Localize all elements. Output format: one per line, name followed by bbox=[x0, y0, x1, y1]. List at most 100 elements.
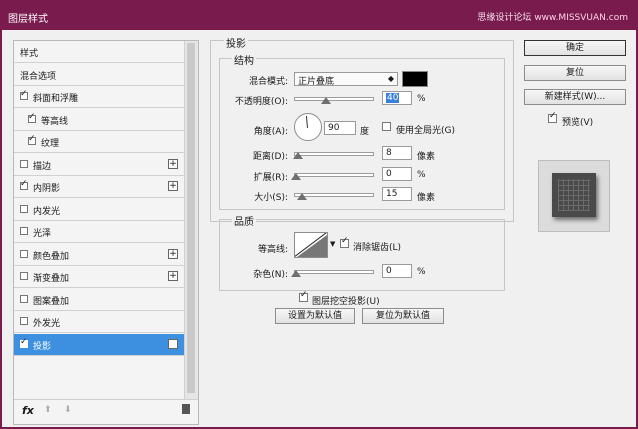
angle-input[interactable]: 90 bbox=[324, 121, 356, 135]
blend-mode-select[interactable]: 正片叠底 ◆ bbox=[294, 72, 398, 87]
style-list-item[interactable]: 内发光 bbox=[14, 199, 184, 221]
style-list-item-label: 样式 bbox=[20, 49, 39, 59]
style-list-item[interactable]: 内阴影 + bbox=[14, 176, 184, 198]
move-down-icon[interactable]: ⬇ bbox=[64, 405, 72, 415]
style-list-item[interactable]: 描边 + bbox=[14, 154, 184, 176]
size-input[interactable]: 15 bbox=[382, 187, 412, 201]
style-list-item[interactable]: 样式 bbox=[14, 41, 184, 63]
style-checkbox[interactable] bbox=[20, 204, 28, 213]
preview-texture-grid bbox=[558, 179, 590, 211]
style-checkbox[interactable] bbox=[20, 227, 28, 235]
new-style-button[interactable]: 新建样式(W)... bbox=[524, 89, 626, 105]
spread-slider[interactable] bbox=[291, 173, 374, 180]
add-effect-icon[interactable]: + bbox=[168, 271, 178, 281]
noise-unit: % bbox=[417, 267, 426, 277]
style-checkbox[interactable] bbox=[20, 272, 28, 280]
style-preview-thumbnail bbox=[538, 160, 610, 232]
style-list-item-label: 图案叠加 bbox=[33, 296, 70, 307]
style-list-item[interactable]: 图案叠加 bbox=[14, 289, 184, 311]
distance-value: 8 bbox=[386, 148, 392, 158]
distance-unit: 像素 bbox=[417, 152, 436, 162]
reset-default-button[interactable]: 复位为默认值 bbox=[362, 308, 444, 324]
quality-group bbox=[219, 219, 505, 291]
style-list-item-label: 投影 bbox=[33, 341, 52, 352]
spread-unit: % bbox=[417, 170, 426, 180]
trash-icon[interactable] bbox=[182, 404, 190, 414]
opacity-input[interactable]: 40 bbox=[382, 91, 412, 105]
style-list-item[interactable]: 混合选项 bbox=[14, 64, 184, 86]
knockout-checkbox[interactable] bbox=[299, 290, 308, 302]
opacity-label: 不透明度(O): bbox=[234, 97, 288, 107]
style-list-item-label: 光泽 bbox=[33, 229, 52, 239]
style-checkbox[interactable] bbox=[20, 317, 28, 325]
shadow-color-swatch[interactable] bbox=[402, 71, 428, 87]
spread-label: 扩展(R): bbox=[253, 173, 288, 183]
quality-title: 品质 bbox=[232, 213, 256, 228]
contour-picker[interactable] bbox=[294, 232, 328, 258]
spread-slider-knob[interactable] bbox=[291, 173, 301, 180]
style-list-item[interactable]: 斜面和浮雕 bbox=[14, 86, 184, 108]
style-checkbox[interactable] bbox=[20, 179, 28, 190]
style-list-item[interactable]: 渐变叠加 + bbox=[14, 266, 184, 288]
distance-input[interactable]: 8 bbox=[382, 146, 412, 160]
distance-label: 距离(D): bbox=[253, 152, 288, 162]
layer-style-dialog: 图层样式 思缘设计论坛 www.MISSVUAN.com 样式混合选项斜面和浮雕… bbox=[0, 0, 638, 429]
style-checkbox[interactable] bbox=[28, 134, 36, 145]
style-list-item-label: 渐变叠加 bbox=[33, 274, 70, 284]
antialias-checkbox[interactable] bbox=[340, 236, 349, 248]
style-list-item-label: 颜色叠加 bbox=[33, 251, 70, 262]
size-slider[interactable] bbox=[294, 193, 374, 200]
style-list-item[interactable]: 外发光 bbox=[14, 311, 184, 333]
size-value: 15 bbox=[386, 189, 398, 199]
distance-slider-knob[interactable] bbox=[293, 152, 303, 159]
style-list-item[interactable]: 投影 + bbox=[14, 333, 184, 356]
add-effect-icon[interactable]: + bbox=[168, 181, 178, 191]
style-list-item[interactable]: 纹理 bbox=[14, 131, 184, 153]
size-unit: 像素 bbox=[417, 193, 436, 203]
noise-input[interactable]: 0 bbox=[382, 264, 412, 278]
scrollbar-thumb[interactable] bbox=[187, 43, 195, 393]
size-slider-knob[interactable] bbox=[297, 193, 307, 200]
move-up-icon[interactable]: ⬆ bbox=[44, 405, 52, 415]
style-list-item[interactable]: 光泽 bbox=[14, 221, 184, 243]
style-list-item-label: 斜面和浮雕 bbox=[33, 94, 79, 104]
fx-button[interactable]: fx bbox=[22, 404, 34, 417]
style-list-item[interactable]: 等高线 bbox=[14, 109, 184, 131]
contour-label: 等高线: bbox=[257, 245, 288, 255]
distance-slider[interactable] bbox=[293, 152, 374, 159]
knockout-label: 图层挖空投影(U) bbox=[312, 297, 380, 307]
styles-list-scrollbar[interactable] bbox=[184, 41, 198, 399]
antialias-label: 消除锯齿(L) bbox=[353, 243, 402, 253]
angle-dial[interactable] bbox=[294, 113, 322, 141]
style-checkbox[interactable] bbox=[20, 337, 28, 348]
reset-button[interactable]: 复位 bbox=[524, 65, 626, 81]
noise-label: 杂色(N): bbox=[253, 270, 288, 280]
size-label: 大小(S): bbox=[254, 193, 288, 203]
style-checkbox[interactable] bbox=[20, 249, 28, 258]
spread-value: 0 bbox=[386, 169, 392, 179]
ok-button[interactable]: 确定 bbox=[524, 40, 626, 56]
structure-title: 结构 bbox=[232, 52, 256, 67]
add-effect-icon[interactable]: + bbox=[168, 338, 178, 349]
noise-slider[interactable] bbox=[291, 270, 374, 277]
add-effect-icon[interactable]: + bbox=[168, 248, 178, 259]
add-effect-icon[interactable]: + bbox=[168, 158, 178, 169]
make-default-button[interactable]: 设置为默认值 bbox=[275, 308, 355, 324]
spread-input[interactable]: 0 bbox=[382, 167, 412, 181]
preview-label: 预览(V) bbox=[562, 118, 594, 128]
style-list-item-label: 等高线 bbox=[41, 116, 69, 127]
blend-mode-label: 混合模式: bbox=[248, 77, 288, 87]
section-title: 投影 bbox=[224, 35, 248, 50]
opacity-slider-knob[interactable] bbox=[321, 97, 332, 104]
style-checkbox[interactable] bbox=[20, 159, 28, 168]
style-list-item[interactable]: 颜色叠加 + bbox=[14, 244, 184, 266]
style-checkbox[interactable] bbox=[20, 294, 28, 303]
preview-checkbox[interactable] bbox=[548, 111, 557, 123]
style-checkbox[interactable] bbox=[20, 89, 28, 100]
opacity-slider[interactable] bbox=[294, 97, 374, 104]
style-checkbox[interactable] bbox=[28, 112, 36, 123]
global-light-checkbox[interactable] bbox=[382, 122, 391, 131]
contour-dropdown-icon[interactable]: ▼ bbox=[330, 240, 335, 248]
angle-label: 角度(A): bbox=[253, 127, 288, 137]
noise-slider-knob[interactable] bbox=[291, 270, 301, 277]
